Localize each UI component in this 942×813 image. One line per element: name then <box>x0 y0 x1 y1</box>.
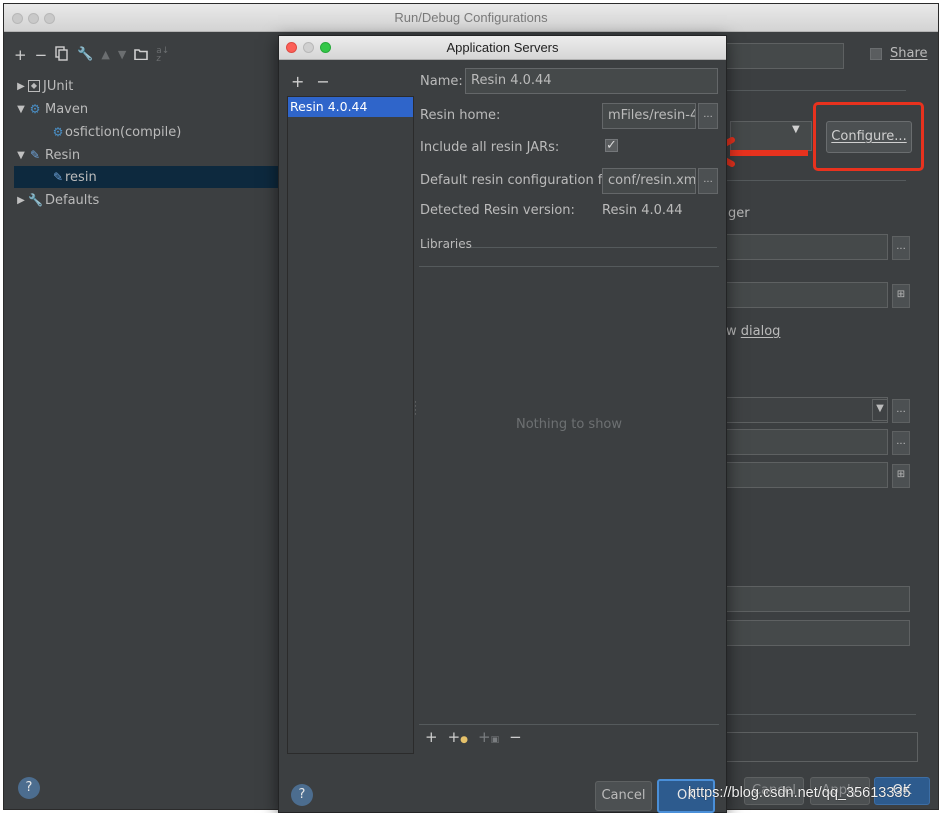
partial-label-debugger: ger <box>728 206 750 221</box>
maven-gear-icon: ⚙ <box>29 102 41 116</box>
watermark-text: https://blog.csdn.net/qq_35613335 <box>688 785 911 801</box>
add-server-icon[interactable]: + <box>291 72 304 91</box>
tree-item-defaults[interactable]: ▶ 🔧 Defaults <box>14 189 278 211</box>
add-jar-icon[interactable]: +● <box>448 728 468 746</box>
resin-home-browse-button[interactable]: ... <box>698 103 718 129</box>
dialog-cancel-button[interactable]: Cancel <box>595 781 652 811</box>
chevron-down-icon[interactable]: ▼ <box>792 124 800 135</box>
divider <box>726 180 906 181</box>
maven-gear-icon: ⚙ <box>52 125 64 139</box>
expand-icon[interactable]: ⊞ <box>892 284 910 308</box>
jre-combo[interactable] <box>726 397 888 423</box>
server-list: Resin 4.0.44 <box>287 96 414 754</box>
vm-options-field[interactable] <box>726 282 888 308</box>
server-name-field[interactable]: Resin 4.0.44 <box>465 68 718 94</box>
remove-server-icon[interactable]: − <box>316 72 329 91</box>
divider <box>726 90 906 91</box>
collapsed-arrow-icon[interactable]: ▶ <box>14 81 28 92</box>
libraries-label: Libraries <box>420 237 472 251</box>
junit-icon: ◆ <box>28 80 40 92</box>
resin-home-field[interactable]: mFiles/resin-4 <box>602 103 696 129</box>
dialog-title: Application Servers <box>446 40 559 55</box>
folder-icon[interactable] <box>134 47 149 63</box>
tree-item-junit[interactable]: ▶ ◆ JUnit <box>14 75 278 97</box>
tree-item-label: osfiction(compile) <box>65 124 182 140</box>
partial-text-underlined: dialog <box>740 324 781 339</box>
share-label: Share <box>890 46 928 61</box>
expand-icon[interactable]: ⊞ <box>892 464 910 488</box>
edit-defaults-icon[interactable]: 🔧 <box>77 47 93 63</box>
expanded-arrow-icon[interactable]: ▼ <box>14 104 28 115</box>
remove-icon[interactable]: − <box>35 47 48 63</box>
tree-item-resin[interactable]: ✎ resin <box>14 166 278 188</box>
tree-item-resin-group[interactable]: ▼ ✎ Resin <box>14 144 278 166</box>
add-icon[interactable]: + <box>14 47 27 63</box>
jvm-args-field[interactable] <box>726 462 888 488</box>
config-file-label: Default resin configuration file: <box>420 173 622 188</box>
tree-item-label: Maven <box>45 101 89 117</box>
share-checkbox[interactable] <box>870 48 882 60</box>
server-list-item[interactable]: Resin 4.0.44 <box>288 97 413 117</box>
dialog-help-button[interactable]: ? <box>291 784 313 806</box>
jre-browse-button[interactable]: ... <box>892 399 910 423</box>
add-module-icon[interactable]: +▣ <box>478 728 499 746</box>
add-library-icon[interactable]: + <box>425 728 438 746</box>
sort-icon[interactable]: a↓ z <box>156 47 169 64</box>
config-file-field[interactable]: conf/resin.xml <box>602 168 696 194</box>
resin-wrench-icon: ✎ <box>52 170 64 184</box>
server-list-toolbar: + − <box>291 72 330 91</box>
partial-text: w <box>726 324 741 339</box>
collapsed-arrow-icon[interactable]: ▶ <box>14 195 28 206</box>
divider <box>419 724 719 725</box>
tree-item-label: JUnit <box>43 78 74 94</box>
config-file-browse-button[interactable]: ... <box>698 168 718 194</box>
help-button[interactable]: ? <box>18 777 40 799</box>
port-browse-button[interactable]: ... <box>892 431 910 455</box>
configuration-tree: ▶ ◆ JUnit ▼ ⚙ Maven ⚙ osfiction(compile)… <box>14 72 278 757</box>
divider <box>726 714 916 715</box>
defaults-wrench-icon: 🔧 <box>28 193 43 207</box>
detected-version-value: Resin 4.0.44 <box>602 203 683 218</box>
before-launch-field-2[interactable] <box>726 620 910 646</box>
url-field[interactable] <box>726 234 888 260</box>
tree-item-label: Resin <box>45 147 81 163</box>
http-port-field[interactable] <box>726 429 888 455</box>
libraries-toolbar: + +● +▣ − <box>425 728 522 746</box>
outer-window-title: Run/Debug Configurations <box>394 10 548 25</box>
name-label: Name: <box>420 74 463 89</box>
move-down-icon[interactable]: ▼ <box>118 47 126 63</box>
include-jars-checkbox[interactable]: ✓ <box>605 139 618 152</box>
resin-home-label: Resin home: <box>420 108 501 123</box>
url-browse-button[interactable]: ... <box>892 236 910 260</box>
include-jars-label: Include all resin JARs: <box>420 140 560 155</box>
highlight-box <box>813 102 924 171</box>
copy-icon[interactable] <box>55 45 69 65</box>
detected-version-label: Detected Resin version: <box>420 203 575 218</box>
outer-title-bar: Run/Debug Configurations <box>4 4 938 32</box>
libraries-separator <box>471 247 717 248</box>
resin-wrench-icon: ✎ <box>29 148 41 162</box>
tree-item-label: Defaults <box>45 192 100 208</box>
bottom-panel <box>726 732 918 762</box>
tree-toolbar: + − 🔧 ▲ ▼ a↓ z <box>14 44 169 66</box>
chevron-down-icon[interactable]: ▼ <box>872 399 888 421</box>
libraries-list: Nothing to show <box>419 266 719 724</box>
dialog-title-bar: Application Servers <box>279 36 726 60</box>
expanded-arrow-icon[interactable]: ▼ <box>14 150 28 161</box>
empty-state-text: Nothing to show <box>515 417 623 432</box>
remove-library-icon[interactable]: − <box>509 728 522 746</box>
application-servers-dialog: Application Servers + − Resin 4.0.44 · · ·… <box>278 35 727 813</box>
splitter-handle[interactable]: · · · · <box>414 399 418 420</box>
tree-item-osfiction[interactable]: ⚙ osfiction(compile) <box>14 121 278 143</box>
tree-item-label: resin <box>65 169 97 185</box>
configuration-name-field[interactable] <box>726 43 844 69</box>
before-launch-field[interactable] <box>726 586 910 612</box>
partial-label-show-dialog: w dialog <box>726 324 780 339</box>
tree-item-maven[interactable]: ▼ ⚙ Maven <box>14 98 278 120</box>
move-up-icon[interactable]: ▲ <box>101 47 109 63</box>
